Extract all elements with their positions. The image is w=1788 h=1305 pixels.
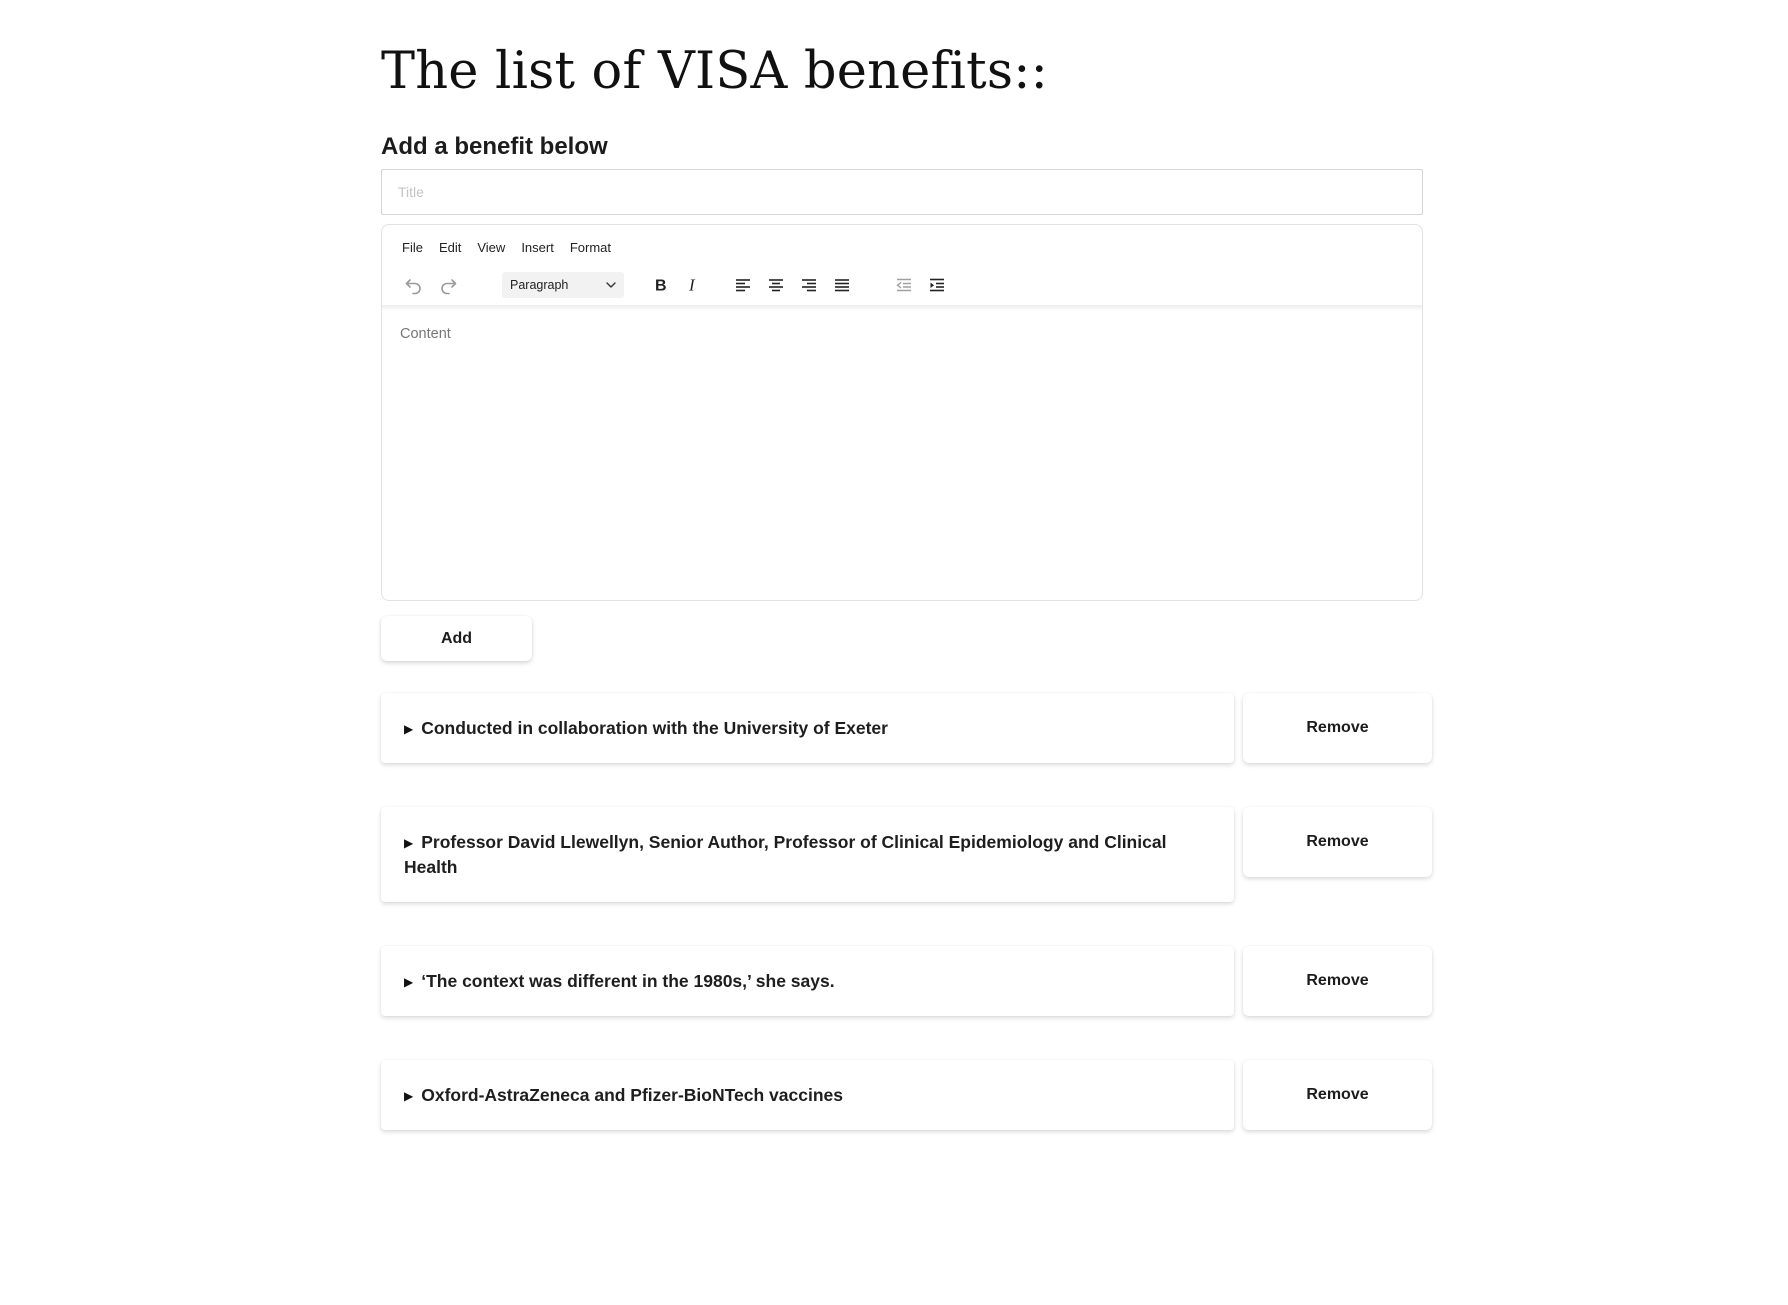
align-right-button[interactable] — [795, 270, 823, 300]
menu-file[interactable]: File — [402, 240, 429, 255]
outdent-icon — [896, 278, 911, 292]
disclosure-triangle-icon: ▶ — [404, 836, 414, 850]
undo-icon — [405, 279, 421, 295]
title-input[interactable] — [381, 169, 1423, 215]
benefit-summary: ▶ Conducted in collaboration with the Uni… — [404, 716, 888, 741]
content-area[interactable]: Content — [400, 326, 451, 342]
align-center-button[interactable] — [762, 270, 790, 300]
page-title: The list of VISA benefits:: — [381, 42, 1048, 101]
benefit-summary: ▶ ‘The context was different in the 1980s… — [404, 969, 835, 994]
align-left-button[interactable] — [729, 270, 757, 300]
remove-benefit-button[interactable]: Remove — [1243, 693, 1432, 763]
remove-benefit-button[interactable]: Remove — [1243, 1060, 1432, 1130]
italic-icon: I — [688, 276, 696, 294]
align-center-icon — [769, 279, 783, 292]
benefit-summary: ▶ Oxford-AstraZeneca and Pfizer-BioNTech … — [404, 1083, 843, 1108]
rich-text-editor: File Edit View Insert Format Paragraph B… — [381, 224, 1423, 601]
benefit-item[interactable]: ▶ Oxford-AstraZeneca and Pfizer-BioNTech … — [381, 1060, 1234, 1130]
disclosure-triangle-icon: ▶ — [404, 974, 414, 989]
align-right-icon — [802, 279, 816, 292]
menu-insert[interactable]: Insert — [521, 240, 560, 255]
add-benefit-button[interactable]: Add — [381, 616, 532, 661]
benefit-item[interactable]: ▶ Professor David Llewellyn, Senior Autho… — [381, 807, 1234, 902]
align-justify-button[interactable] — [828, 270, 856, 300]
redo-button[interactable] — [434, 270, 462, 300]
italic-button[interactable]: I — [679, 270, 707, 300]
benefit-item[interactable]: ▶ Conducted in collaboration with the Uni… — [381, 693, 1234, 763]
outdent-button[interactable] — [890, 270, 918, 300]
remove-benefit-button[interactable]: Remove — [1243, 946, 1432, 1016]
benefit-summary: ▶ Professor David Llewellyn, Senior Autho… — [404, 832, 1167, 877]
menu-view[interactable]: View — [477, 240, 511, 255]
bold-icon: B — [655, 278, 667, 295]
add-benefit-heading: Add a benefit below — [381, 133, 608, 160]
chevron-down-icon — [606, 282, 616, 288]
disclosure-triangle-icon: ▶ — [404, 721, 414, 736]
undo-button[interactable] — [400, 270, 428, 300]
block-format-select[interactable]: Paragraph — [502, 272, 624, 298]
remove-benefit-button[interactable]: Remove — [1243, 807, 1432, 877]
indent-button[interactable] — [923, 270, 951, 300]
svg-text:B: B — [655, 278, 667, 295]
bold-button[interactable]: B — [646, 270, 674, 300]
menu-edit[interactable]: Edit — [439, 240, 467, 255]
align-left-icon — [736, 279, 750, 292]
block-format-value: Paragraph — [510, 278, 569, 292]
editor-menubar: File Edit View Insert Format — [402, 240, 627, 255]
redo-icon — [441, 279, 457, 295]
disclosure-triangle-icon: ▶ — [404, 1088, 414, 1103]
benefit-item[interactable]: ▶ ‘The context was different in the 1980s… — [381, 946, 1234, 1016]
editor-toolbar: Paragraph B I — [400, 270, 1400, 300]
indent-icon — [930, 278, 944, 292]
toolbar-divider — [382, 305, 1422, 311]
menu-format[interactable]: Format — [570, 240, 617, 255]
align-justify-icon — [835, 279, 849, 292]
svg-text:I: I — [688, 276, 696, 294]
